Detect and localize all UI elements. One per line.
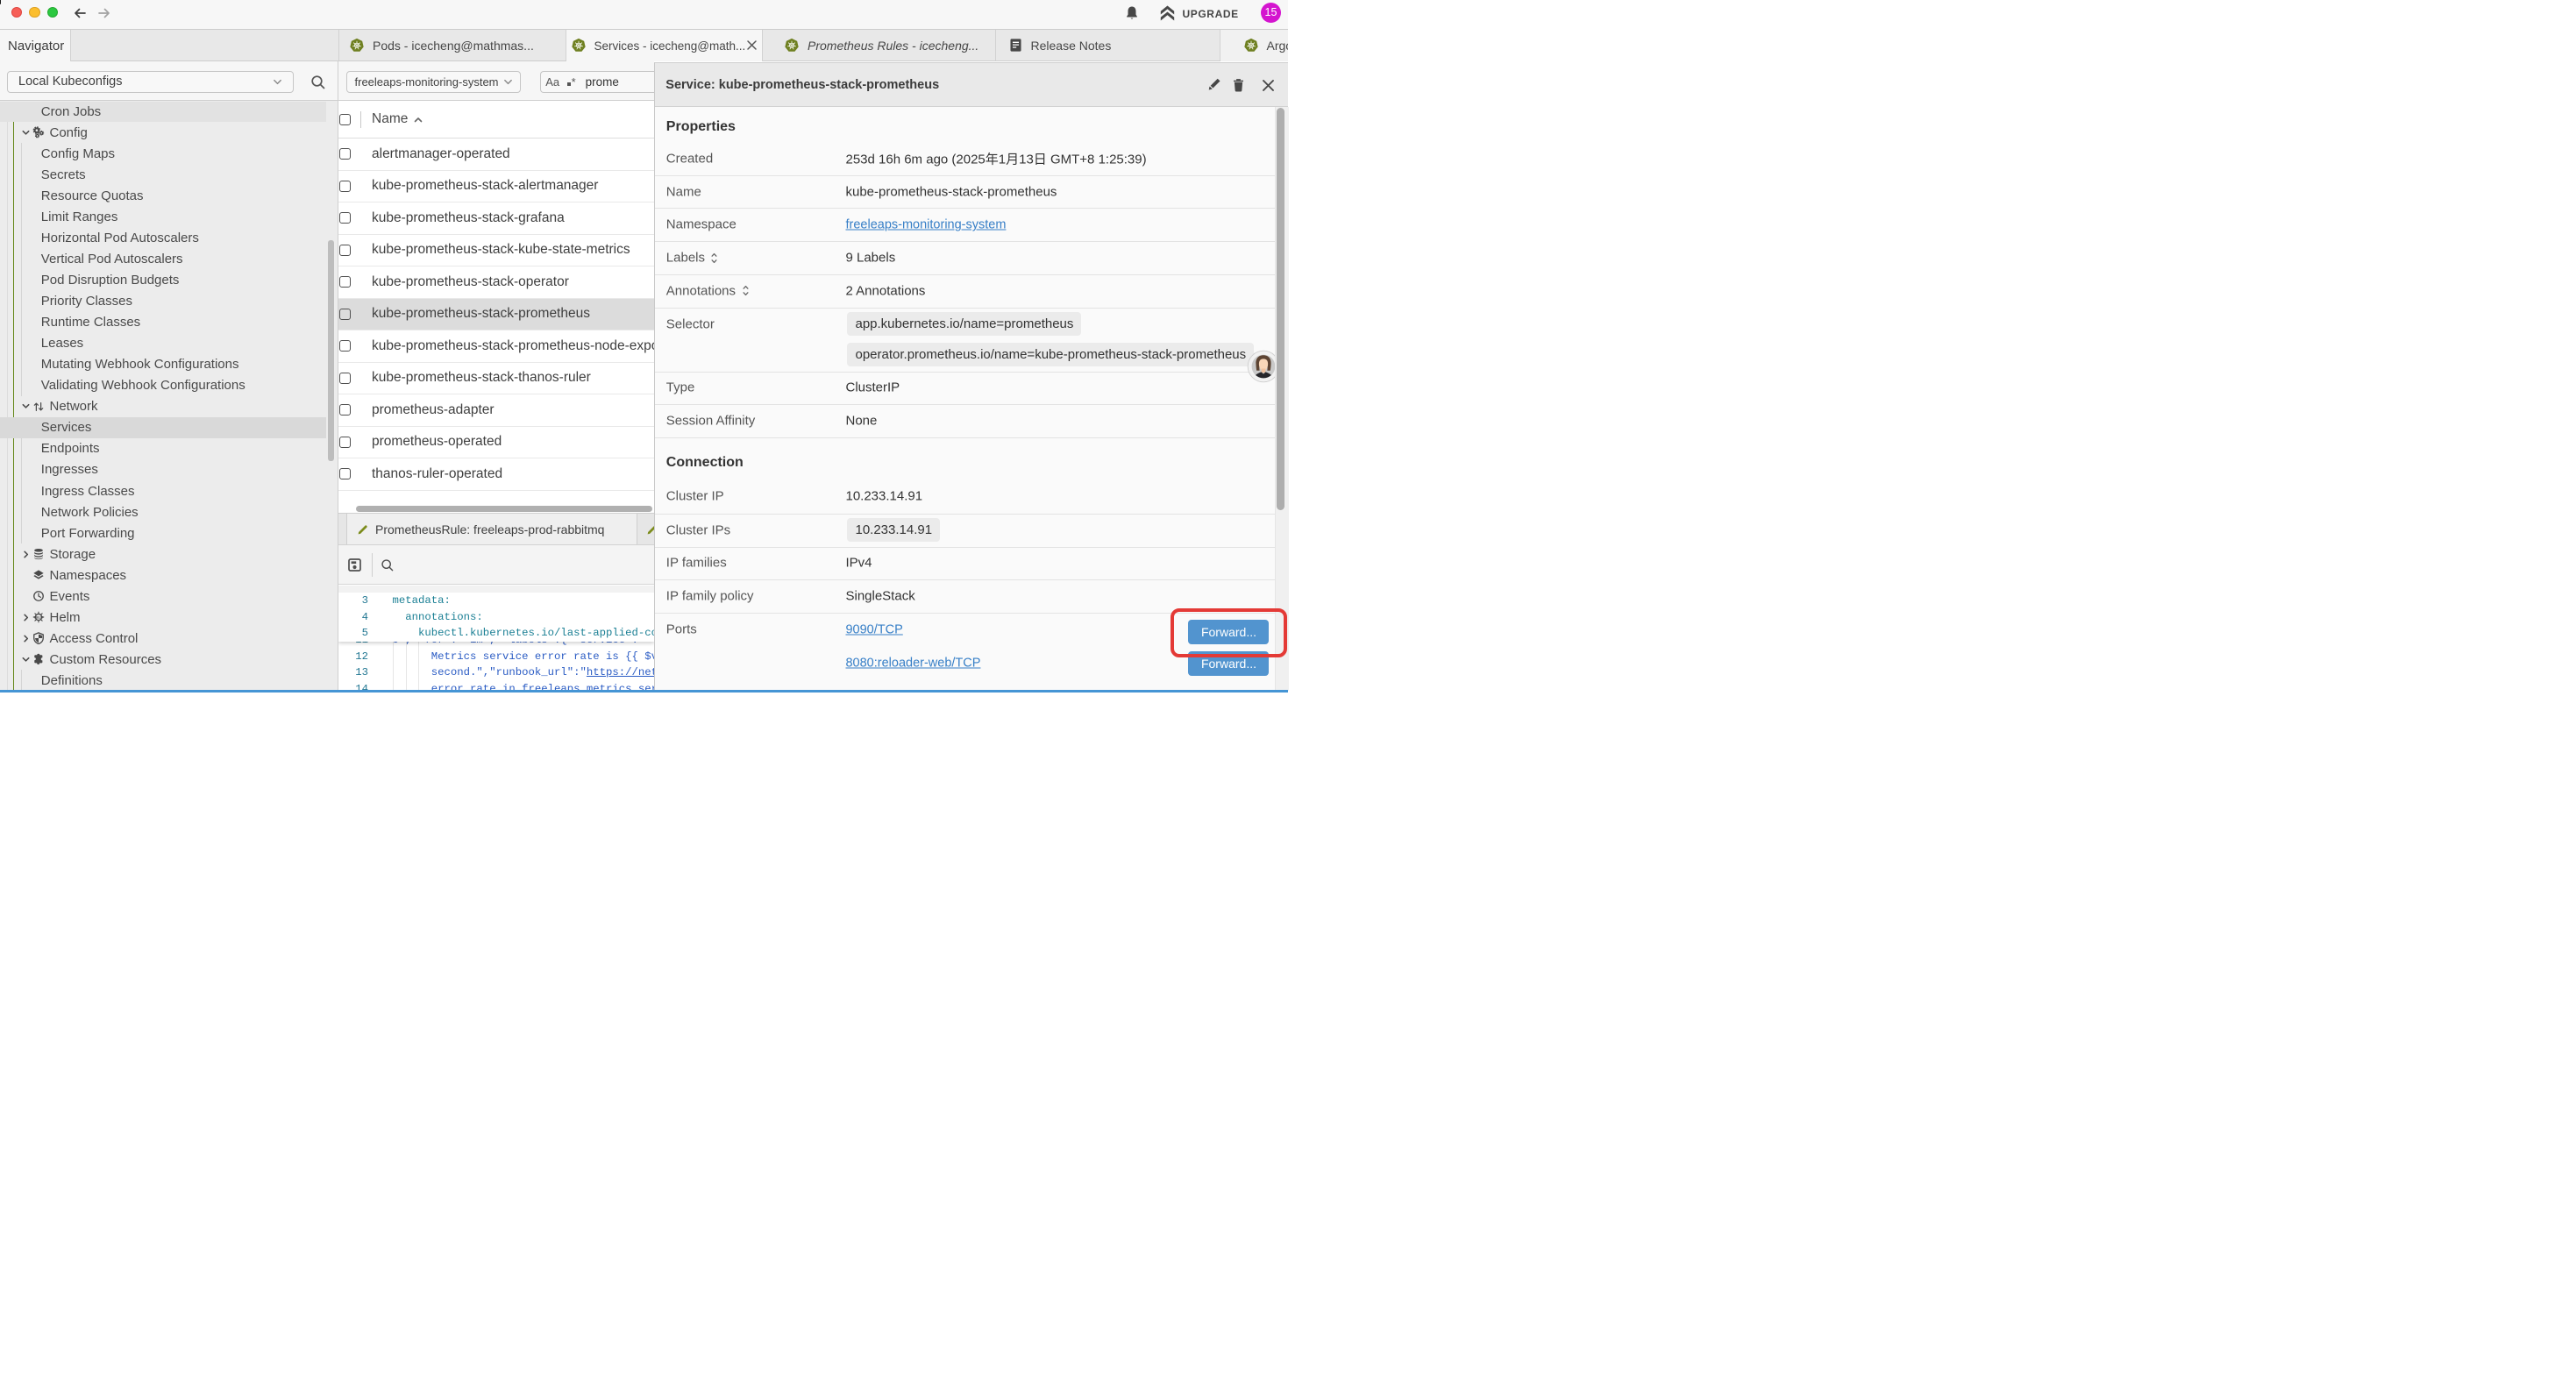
- svg-text:HELM: HELM: [34, 616, 43, 620]
